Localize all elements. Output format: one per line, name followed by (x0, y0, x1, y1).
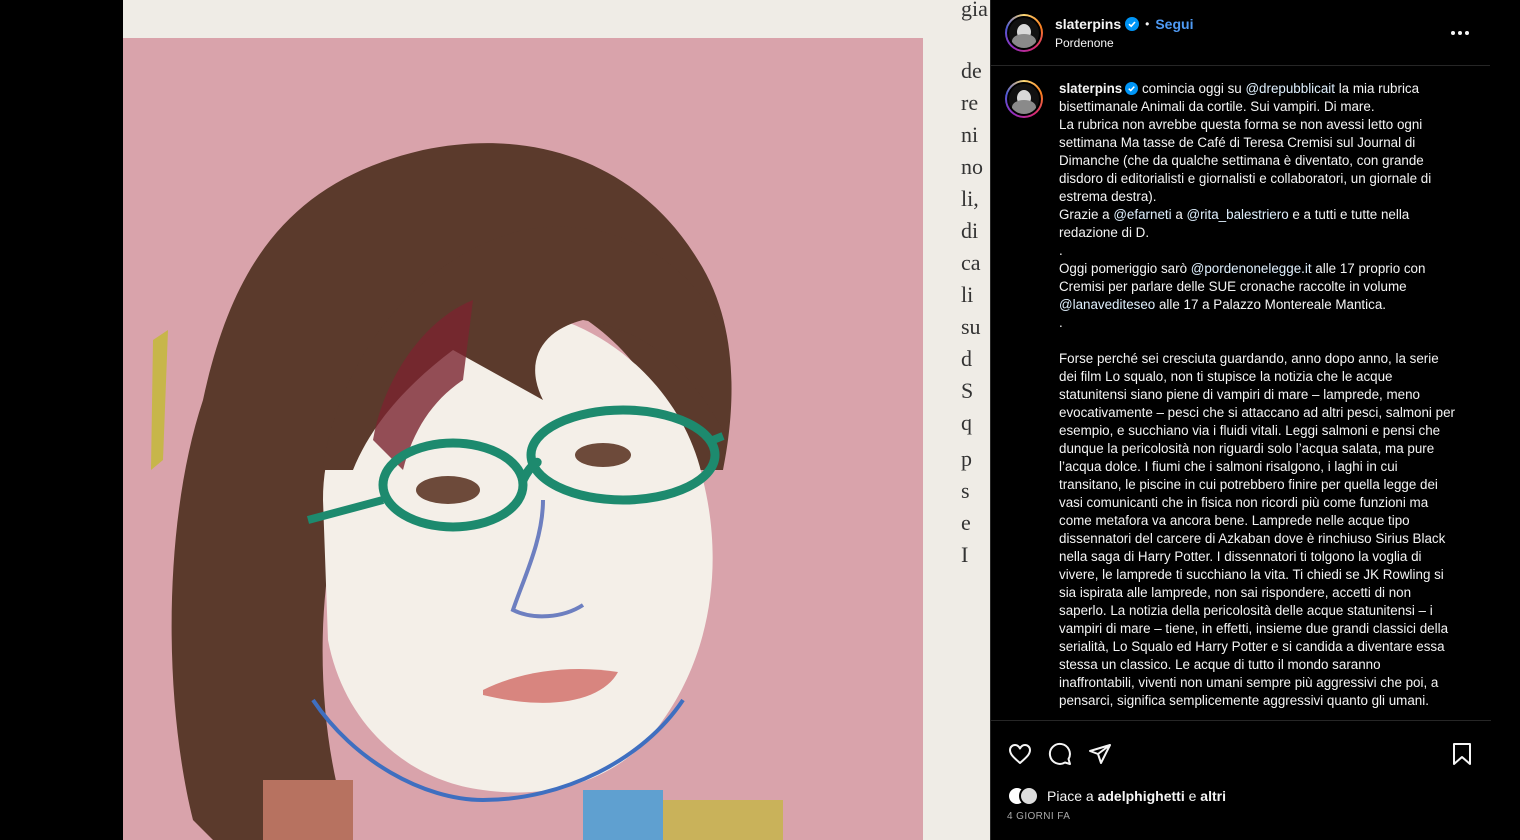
post-timestamp[interactable]: 4 GIORNI FA (991, 806, 1491, 822)
newspaper-fragment: li, (961, 186, 979, 211)
more-horizontal-icon[interactable] (1448, 21, 1472, 45)
comment-icon[interactable] (1047, 741, 1073, 767)
mention-link[interactable]: @rita_balestriero (1186, 207, 1288, 222)
likes-summary: Piace a adelphighetti e altri (991, 773, 1491, 806)
newspaper-fragment: di (961, 218, 979, 243)
newspaper-fragment: p (961, 446, 972, 471)
newspaper-fragment: s (961, 478, 970, 503)
separator-dot: • (1145, 16, 1150, 31)
post-actions: Piace a adelphighetti e altri 4 GIORNI F… (991, 720, 1491, 840)
newspaper-fragment: no (961, 154, 983, 179)
newspaper-text-column: gia de re ni no li, di ca li su d S q p … (961, 0, 990, 840)
newspaper-fragment: li (961, 282, 974, 307)
newspaper-fragment: ca (961, 250, 981, 275)
newspaper-fragment: de (961, 58, 982, 83)
mention-link[interactable]: @lanavediteseo (1059, 297, 1155, 312)
avatar[interactable] (1005, 13, 1043, 52)
mention-link[interactable]: @pordenonelegge.it (1191, 261, 1312, 276)
newspaper-fragment: S (961, 378, 974, 403)
caption-username[interactable]: slaterpins (1059, 81, 1122, 96)
location-link[interactable]: Pordenone (1055, 36, 1193, 50)
newspaper-fragment: I (961, 542, 969, 567)
newspaper-fragment: ni (961, 122, 979, 147)
media-viewer: gia de re ni no li, di ca li su d S q p … (0, 0, 990, 840)
newspaper-fragment: e (961, 510, 971, 535)
others-likes-link[interactable]: altri (1200, 788, 1226, 804)
caption-area: slaterpins comincia oggi su @drepubblica… (991, 66, 1490, 718)
caption-text: alle 17 a Palazzo Montereale Mantica. . … (1059, 297, 1455, 708)
liker-username-link[interactable]: adelphighetti (1098, 788, 1185, 804)
liker-avatar[interactable] (1019, 786, 1039, 806)
heart-icon[interactable] (1007, 741, 1033, 767)
newspaper-fragment: q (961, 410, 972, 435)
post-caption: slaterpins comincia oggi su @drepubblica… (1059, 80, 1459, 718)
caption-text: comincia oggi su (1138, 81, 1246, 96)
caption-text: la mia rubrica bisettimanale Animali da … (1059, 81, 1432, 222)
post-image[interactable]: gia de re ni no li, di ca li su d S q p … (123, 0, 990, 840)
caption-avatar[interactable] (1005, 80, 1043, 118)
mention-link[interactable]: @efarneti (1113, 207, 1171, 222)
newspaper-fragment: gia (961, 0, 988, 21)
likes-prefix: Piace a (1047, 788, 1098, 804)
verified-badge-icon (1125, 16, 1140, 31)
portrait-illustration (123, 0, 990, 840)
post-header: slaterpins • Segui Pordenone (991, 0, 1490, 66)
username-link[interactable]: slaterpins (1055, 16, 1121, 32)
mention-link[interactable]: @drepubblicait (1245, 81, 1335, 96)
caption-text: a (1171, 207, 1187, 222)
verified-badge-icon (1125, 82, 1139, 95)
share-icon[interactable] (1087, 741, 1113, 767)
newspaper-fragment: d (961, 346, 972, 371)
post-panel: slaterpins • Segui Pordenone slaterpins … (990, 0, 1491, 840)
likes-middle: e (1184, 788, 1201, 804)
newspaper-fragment: re (961, 90, 979, 115)
follow-button[interactable]: Segui (1155, 16, 1193, 32)
bookmark-icon[interactable] (1449, 741, 1475, 767)
newspaper-fragment: su (961, 314, 981, 339)
